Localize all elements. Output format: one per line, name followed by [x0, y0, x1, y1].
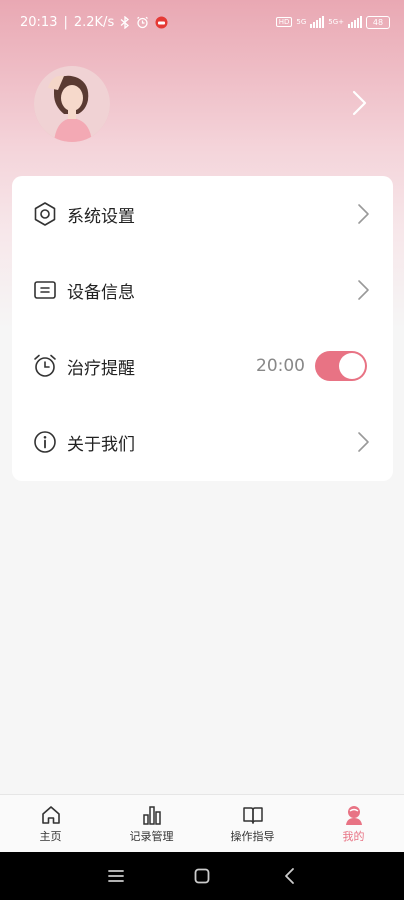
status-net-speed: 2.2K/s — [73, 14, 115, 30]
status-bar: 20:13 | 2.2K/s HD 5G 5G+ 48 — [0, 0, 404, 44]
user-avatar[interactable] — [34, 66, 110, 142]
bluetooth-icon — [120, 15, 130, 29]
info-icon — [34, 431, 56, 453]
chevron-right-icon — [358, 432, 369, 452]
back-icon[interactable] — [280, 866, 300, 886]
tab-label: 记录管理 — [129, 830, 174, 843]
menu-item-system-settings[interactable]: 系统设置 — [12, 176, 393, 252]
profile-chevron-right-icon[interactable] — [346, 88, 372, 118]
menu-label: 设备信息 — [67, 282, 135, 303]
bottom-tab-bar: 主页 记录管理 操作指导 我的 — [0, 794, 404, 853]
tab-label: 操作指导 — [230, 830, 275, 843]
avatar-photo-icon — [34, 66, 110, 142]
chevron-right-icon — [358, 280, 369, 300]
book-icon — [242, 807, 263, 824]
menu-label: 系统设置 — [67, 206, 135, 227]
status-left: 20:13 | 2.2K/s — [20, 15, 168, 30]
hd-tag: HD — [275, 17, 293, 27]
chevron-right-icon — [358, 204, 369, 224]
tab-label: 我的 — [342, 830, 365, 843]
device-info-icon — [34, 281, 56, 299]
signal-icon-2 — [348, 16, 362, 28]
tab-mine[interactable]: 我的 — [303, 795, 404, 853]
reminder-toggle[interactable] — [315, 351, 367, 381]
tab-records[interactable]: 记录管理 — [101, 795, 202, 853]
settings-menu-card: 系统设置 设备信息 治疗提醒 20:00 关于我们 — [12, 176, 393, 481]
system-navigation-bar — [0, 852, 404, 900]
bar-chart-icon — [142, 806, 161, 825]
network-tag-1: 5G — [296, 18, 307, 26]
tab-guide[interactable]: 操作指导 — [202, 795, 303, 853]
menu-label: 关于我们 — [67, 434, 135, 455]
status-time: 20:13 — [20, 14, 58, 30]
menu-item-device-info[interactable]: 设备信息 — [12, 252, 393, 328]
user-icon — [345, 806, 362, 825]
menu-item-about-us[interactable]: 关于我们 — [12, 404, 393, 480]
network-tag-2: 5G+ — [328, 18, 344, 26]
alarm-clock-icon — [34, 354, 56, 377]
signal-icon-1 — [310, 16, 325, 28]
toggle-knob — [339, 353, 365, 379]
settings-hexagon-icon — [34, 202, 56, 226]
notification-app-icon — [155, 16, 168, 28]
battery-icon: 48 — [366, 15, 390, 29]
home-icon — [41, 806, 60, 824]
tab-home[interactable]: 主页 — [0, 795, 101, 853]
alarm-status-icon — [137, 16, 149, 28]
menu-label: 治疗提醒 — [67, 358, 135, 379]
reminder-time[interactable]: 20:00 — [256, 356, 305, 376]
tab-label: 主页 — [39, 830, 62, 843]
home-square-icon[interactable] — [192, 866, 212, 886]
status-divider: | — [63, 14, 68, 30]
menu-item-treatment-reminder: 治疗提醒 20:00 — [12, 328, 393, 404]
status-right: HD 5G 5G+ 48 — [275, 15, 390, 29]
menu-icon[interactable] — [106, 866, 126, 886]
